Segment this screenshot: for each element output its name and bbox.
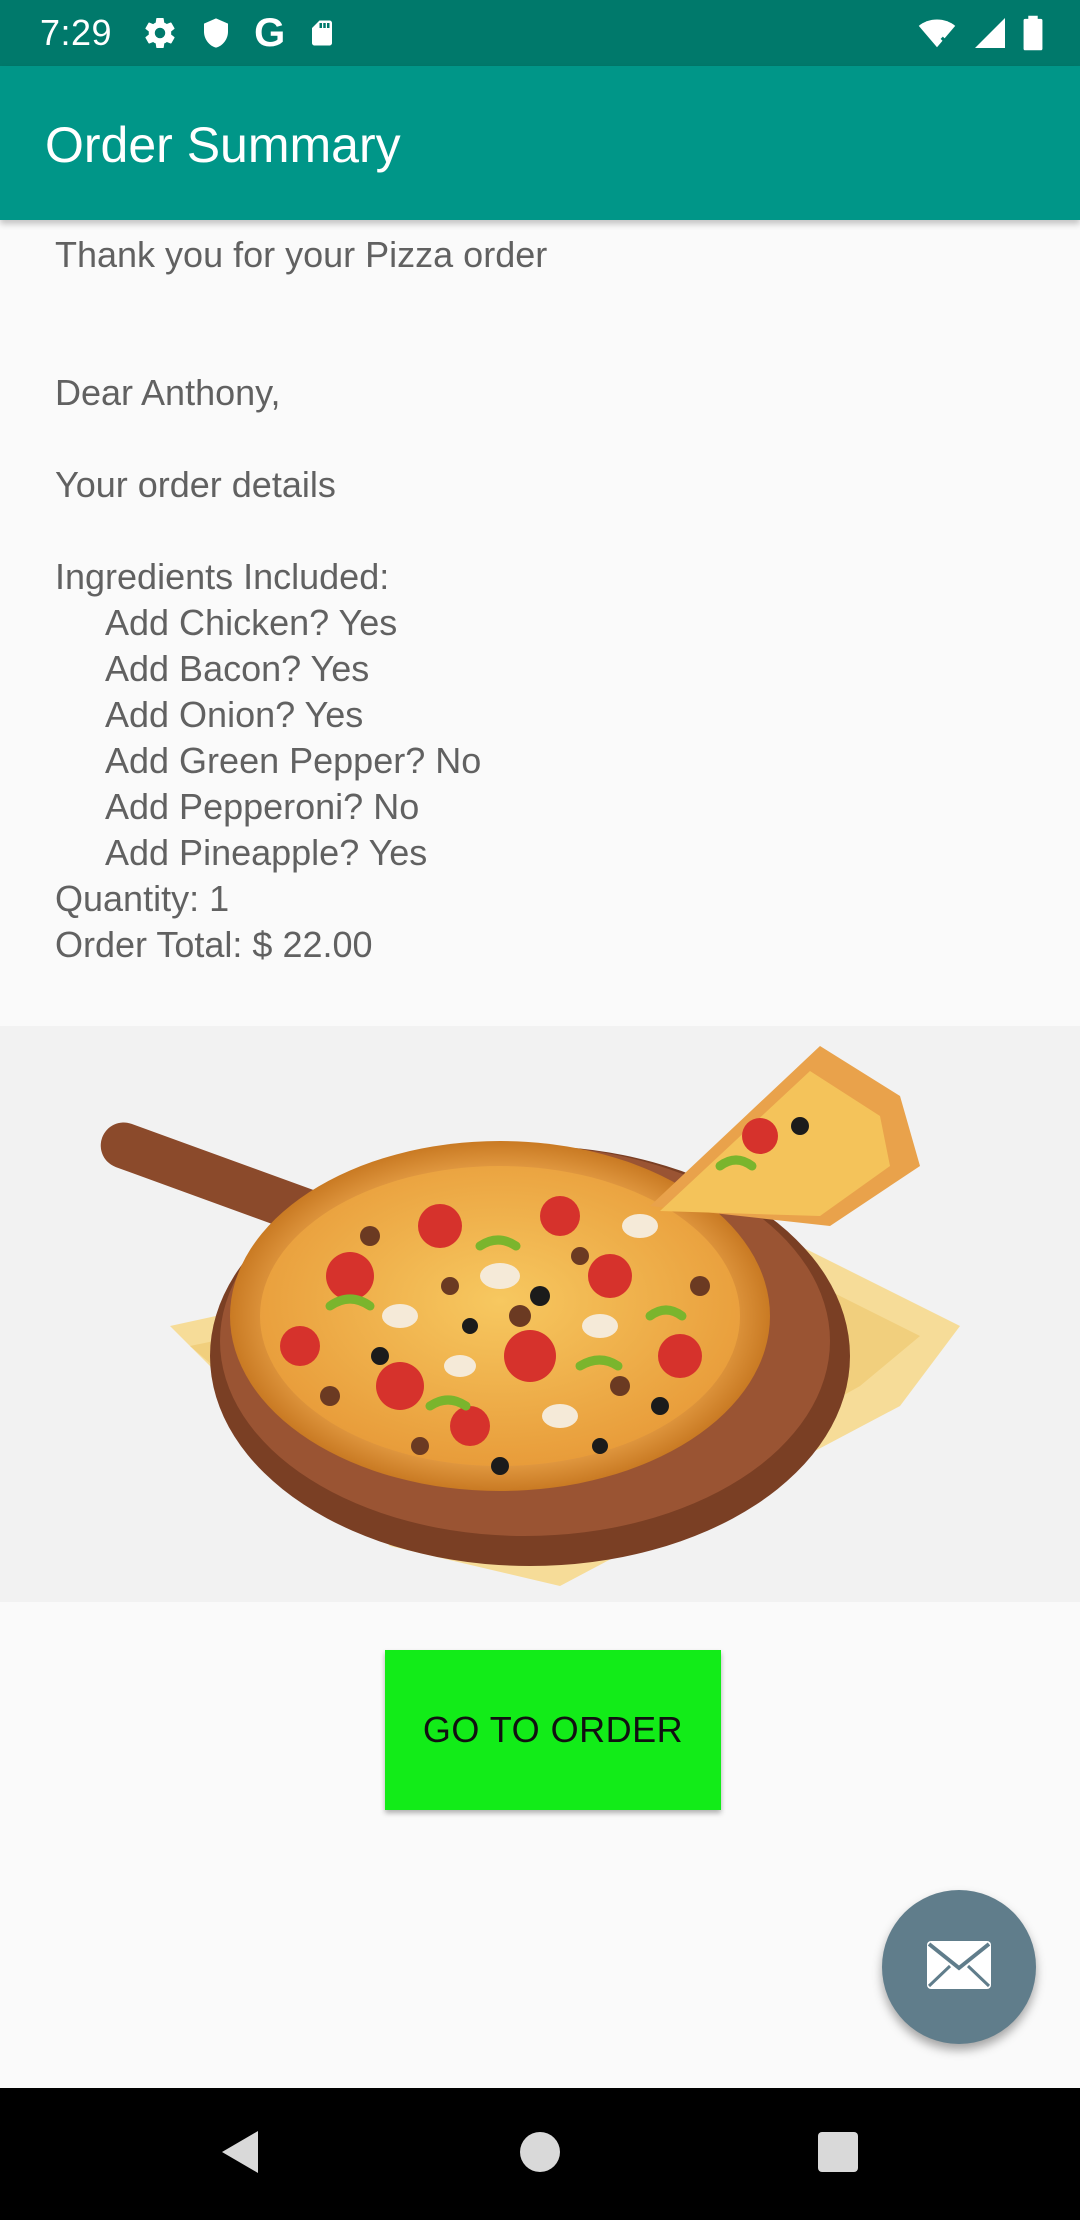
back-button[interactable] [180, 2088, 300, 2220]
pizza-image [0, 1026, 1080, 1602]
order-summary: Thank you for your Pizza order Dear Anth… [55, 232, 1035, 968]
status-bar: 7:29 G [0, 0, 1080, 66]
recents-button[interactable] [778, 2088, 898, 2220]
quantity-text: Quantity: 1 [55, 878, 230, 919]
ingredient-item: Add Onion? Yes [105, 694, 364, 735]
app-bar: Order Summary [0, 66, 1080, 220]
status-icons-left: G [142, 13, 337, 53]
page-title: Order Summary [45, 117, 401, 173]
sd-card-icon [307, 15, 337, 51]
greeting-text: Dear Anthony, [55, 372, 281, 413]
status-icons-right [916, 14, 1044, 52]
wifi-icon [916, 14, 958, 52]
ingredient-item: Add Pineapple? Yes [105, 832, 428, 873]
ingredient-item: Add Green Pepper? No [105, 740, 482, 781]
gear-icon [142, 15, 178, 51]
go-to-order-button[interactable]: GO TO ORDER [385, 1650, 721, 1810]
status-time: 7:29 [40, 12, 113, 53]
ingredient-item: Add Pepperoni? No [105, 786, 420, 827]
shield-icon [200, 15, 232, 51]
thank-you-text: Thank you for your Pizza order [55, 234, 548, 275]
back-icon [220, 2129, 260, 2180]
order-total-text: Order Total: $ 22.00 [55, 924, 373, 965]
ingredient-item: Add Chicken? Yes [105, 602, 398, 643]
google-g-icon: G [254, 11, 286, 55]
battery-icon [1022, 14, 1044, 52]
home-button[interactable] [480, 2088, 600, 2220]
email-fab[interactable] [882, 1890, 1036, 2044]
recents-icon [817, 2131, 859, 2178]
ingredients-heading: Ingredients Included: [55, 556, 390, 597]
ingredient-item: Add Bacon? Yes [105, 648, 370, 689]
home-icon [519, 2131, 561, 2178]
navigation-bar [0, 2088, 1080, 2220]
mail-icon [926, 1940, 992, 1995]
signal-icon [972, 15, 1008, 51]
order-details-heading: Your order details [55, 464, 336, 505]
